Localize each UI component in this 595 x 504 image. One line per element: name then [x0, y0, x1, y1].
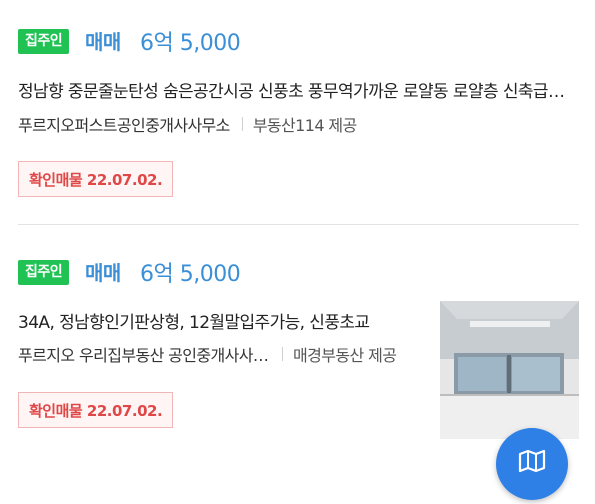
- provider-label: 부동산114 제공: [252, 116, 357, 135]
- map-view-button[interactable]: [496, 428, 568, 500]
- confirmed-listing-badge: 확인매물 22.07.02.: [18, 161, 174, 197]
- listing-card[interactable]: 집주인 매매 6억 5,000 34A, 정남향인기판상형, 12월말입주가능,…: [0, 225, 595, 462]
- listing-card[interactable]: 집주인 매매 6억 5,000 정남향 중문줄눈탄성 숨은공간시공 신풍초 풍무…: [0, 0, 595, 224]
- confirmed-listing-badge: 확인매물 22.07.02.: [18, 392, 174, 428]
- room-photo[interactable]: [440, 301, 579, 439]
- agency-row: 푸르지오 우리집부동산 공인중개사사무소 매경부동산 제공: [18, 342, 428, 366]
- map-icon: [518, 449, 546, 473]
- agency-name: 푸르지오퍼스트공인중개사사무소: [18, 116, 230, 135]
- price-value: 6억 5,000: [140, 262, 241, 287]
- separator: [282, 347, 283, 361]
- listing-description: 정남향 중문줄눈탄성 숨은공간시공 신풍초 풍무역가까운 로얄동 로얄층 신축급…: [18, 82, 566, 102]
- provider-label: 매경부동산 제공: [293, 346, 397, 365]
- price-value: 6억 5,000: [140, 31, 241, 56]
- room-photo-illustration: [440, 301, 579, 439]
- owner-badge: 집주인: [18, 29, 70, 54]
- listing-description: 34A, 정남향인기판상형, 12월말입주가능, 신풍초교: [18, 313, 370, 333]
- owner-badge: 집주인: [18, 260, 70, 285]
- agency-name: 푸르지오 우리집부동산 공인중개사사무소: [18, 346, 270, 365]
- price-type: 매매: [85, 261, 121, 285]
- separator: [241, 117, 243, 131]
- price-type: 매매: [85, 30, 121, 54]
- agency-row: 푸르지오퍼스트공인중개사사무소 부동산114 제공: [18, 112, 578, 136]
